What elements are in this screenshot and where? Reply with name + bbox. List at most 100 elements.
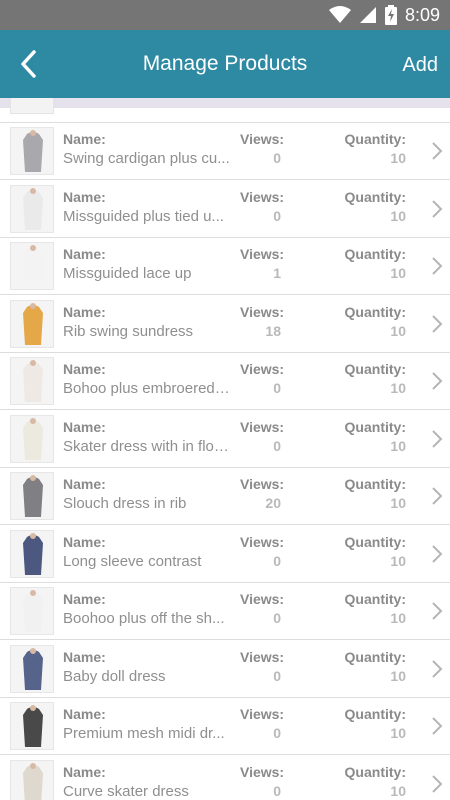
views-count: 0 [273,150,281,166]
views-label: Views: [240,591,285,607]
list-top-band [0,98,450,108]
product-row[interactable]: Name: Premium mesh midi dr... Views: 0 Quant… [0,698,450,755]
quantity-label: Quantity: [344,303,406,320]
views-label: Views: [240,763,285,780]
product-thumbnail [10,414,54,463]
views-count: 0 [273,782,281,799]
product-name: Premium mesh midi dr... [63,725,225,742]
status-bar: 8:09 [0,0,450,30]
views-label: Views: [240,303,285,320]
product-thumbnail [10,529,54,578]
views-label: Views: [240,706,285,722]
quantity-count: 10 [390,610,406,626]
name-label: Name: [63,361,106,377]
product-name: Swing cardigan plus cu... [63,150,230,167]
quantity-label: Quantity: [344,648,406,665]
quantity-count: 10 [390,150,406,166]
product-row[interactable]: Name: Boohoo plus off the sh... Views: 0 Qua… [0,583,450,640]
views-count: 18 [265,322,281,339]
quantity-count: 10 [390,725,406,741]
page-title: Manage Products [142,52,308,75]
product-list[interactable]: Name: Swing cardigan plus cu... Views: 0 Qua… [0,98,450,800]
chevron-right-icon [432,487,443,505]
name-label: Name: [63,648,106,665]
chevron-right-icon [432,659,443,678]
name-label: Name: [63,246,106,262]
quantity-count: 10 [390,667,406,684]
product-name: Skater dress with in flor... [63,437,230,455]
views-label: Views: [240,188,285,205]
chevron-right-icon [432,544,443,563]
app-bar: Manage Products Add [0,30,450,98]
product-thumbnail [10,127,54,175]
views-count: 20 [265,495,281,511]
views-count: 0 [273,610,281,626]
product-name: Baby doll dress [63,667,166,685]
views-label: Views: [240,131,285,147]
product-thumbnail [10,472,54,520]
signal-icon [359,7,376,23]
name-label: Name: [63,188,106,205]
product-name: Long sleeve contrast [63,552,202,570]
name-label: Name: [63,131,106,147]
status-time: 8:09 [404,4,440,25]
quantity-label: Quantity: [344,418,406,435]
wifi-icon [328,6,351,23]
quantity-count: 10 [390,437,406,454]
quantity-count: 10 [390,207,406,224]
name-label: Name: [63,706,106,722]
quantity-label: Quantity: [344,533,406,550]
quantity-label: Quantity: [344,706,406,722]
chevron-right-icon [432,314,443,333]
product-row[interactable]: Name: Swing cardigan plus cu... Views: 0 Qua… [0,123,450,180]
views-count: 0 [273,437,281,454]
chevron-right-icon [432,142,443,160]
views-count: 0 [273,667,281,684]
views-count: 0 [273,380,281,396]
product-name: Curve skater dress [63,782,189,800]
quantity-count: 10 [390,552,406,569]
product-row[interactable]: Name: Rib swing sundress Views: 18 Quantity:… [0,295,450,353]
chevron-right-icon [432,257,443,275]
name-label: Name: [63,591,106,607]
product-row[interactable]: Name: Slouch dress in rib Views: 20 Quantity… [0,468,450,525]
product-thumbnail [10,759,54,800]
battery-charging-icon [384,5,397,25]
product-thumbnail [10,299,54,348]
views-count: 0 [273,552,281,569]
views-label: Views: [240,246,285,262]
chevron-right-icon [432,199,443,218]
product-thumbnail [10,587,54,635]
name-label: Name: [63,418,106,435]
views-label: Views: [240,418,285,435]
product-name: Boohoo plus off the sh... [63,610,225,627]
product-thumbnail [10,184,54,233]
views-count: 0 [273,207,281,224]
quantity-count: 10 [390,782,406,799]
product-row[interactable]: Name: Bohoo plus embroered ... Views: 0 Quan… [0,353,450,410]
quantity-count: 10 [390,380,406,396]
product-row[interactable]: Name: Baby doll dress Views: 0 Quantity: 10 [0,640,450,698]
quantity-label: Quantity: [344,591,406,607]
quantity-count: 10 [390,322,406,339]
product-row[interactable]: Name: Long sleeve contrast Views: 0 Quantity… [0,525,450,583]
name-label: Name: [63,533,106,550]
product-row[interactable]: Name: Curve skater dress Views: 0 Quantity: 1… [0,755,450,800]
quantity-label: Quantity: [344,131,406,147]
product-row[interactable]: Name: Missguided lace up Views: 1 Quantity: 1… [0,238,450,295]
product-row[interactable]: Name: Missguided plus tied u... Views: 0 Qua… [0,180,450,238]
name-label: Name: [63,303,106,320]
views-label: Views: [240,648,285,665]
product-row[interactable]: Name: Skater dress with in flor... Views: 0… [0,410,450,468]
add-button[interactable]: Add [402,54,438,77]
product-thumbnail [10,644,54,693]
quantity-label: Quantity: [344,188,406,205]
views-label: Views: [240,361,285,377]
views-count: 0 [273,725,281,741]
chevron-right-icon [432,774,443,793]
chevron-right-icon [432,429,443,448]
chevron-right-icon [432,717,443,735]
chevron-right-icon [432,372,443,390]
product-thumbnail [10,702,54,750]
product-name: Missguided plus tied u... [63,207,224,225]
